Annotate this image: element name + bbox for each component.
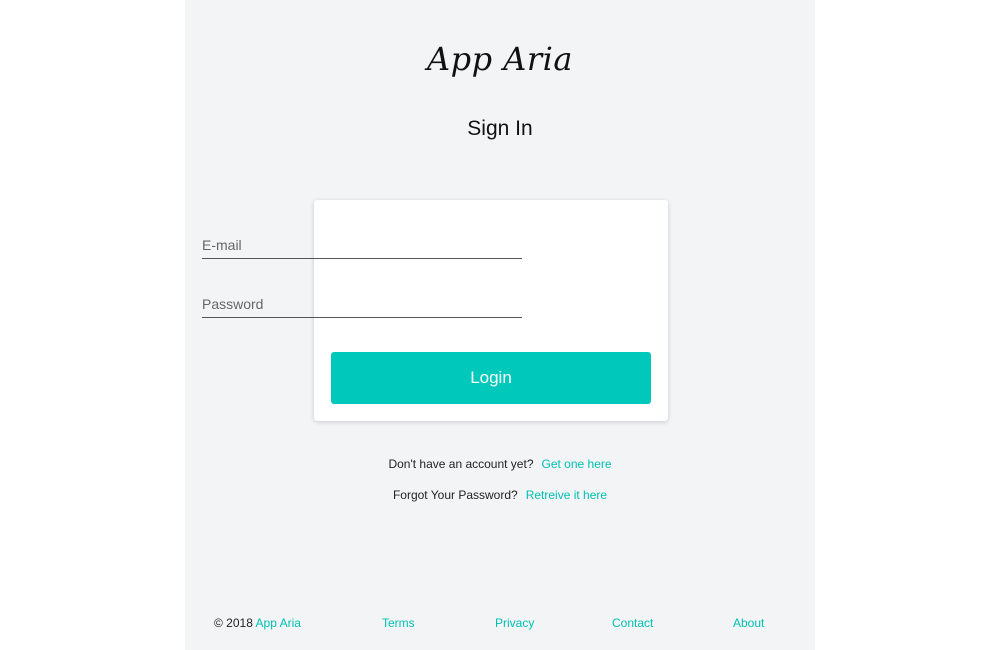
- signin-panel: App Aria Sign In Login Don't have an acc…: [185, 0, 815, 650]
- forgot-password-text: Forgot Your Password?: [392, 488, 518, 502]
- page-title: Sign In: [467, 117, 533, 140]
- signup-prompt: Don't have an account yet? Get one here: [185, 457, 815, 471]
- email-field: [202, 229, 522, 259]
- password-input[interactable]: [202, 296, 522, 312]
- forgot-password-link[interactable]: Retreive it here: [526, 488, 607, 502]
- password-field: [202, 288, 522, 318]
- signup-link[interactable]: Get one here: [542, 457, 612, 471]
- copyright: © 2018 App Aria: [214, 616, 301, 630]
- footer-brand-link[interactable]: App Aria: [256, 616, 301, 630]
- footer: © 2018 App Aria Terms Privacy Contact Ab…: [185, 616, 815, 632]
- footer-link-about[interactable]: About: [733, 616, 764, 630]
- footer-link-contact[interactable]: Contact: [612, 616, 653, 630]
- footer-link-terms[interactable]: Terms: [382, 616, 415, 630]
- login-button[interactable]: Login: [331, 352, 651, 404]
- footer-link-privacy[interactable]: Privacy: [495, 616, 534, 630]
- signup-prompt-text: Don't have an account yet?: [388, 457, 534, 471]
- copyright-prefix: © 2018: [214, 616, 253, 630]
- email-input[interactable]: [202, 237, 522, 253]
- app-logo: App Aria: [427, 40, 573, 78]
- forgot-password-prompt: Forgot Your Password? Retreive it here: [185, 488, 815, 502]
